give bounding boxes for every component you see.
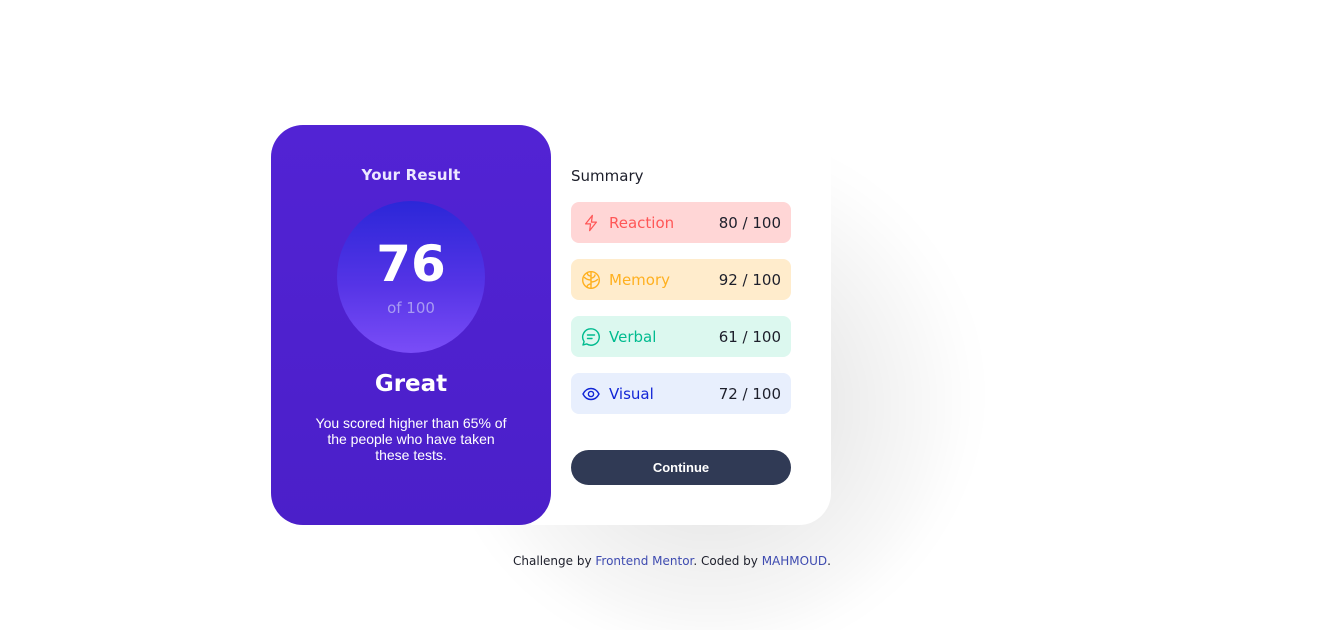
result-panel: Your Result 76 of 100 Great You scored h…: [271, 125, 551, 525]
summary-item-value: 80 / 100: [718, 213, 781, 232]
summary-item-label: Reaction: [609, 213, 675, 232]
results-card: Your Result 76 of 100 Great You scored h…: [271, 125, 851, 525]
result-title: Your Result: [361, 166, 461, 184]
summary-title: Summary: [571, 167, 644, 185]
continue-button[interactable]: Continue: [571, 450, 791, 485]
page: Your Result 76 of 100 Great You scored h…: [0, 0, 1344, 630]
summary-item-label: Visual: [609, 384, 654, 403]
attribution-footer: Challenge by Frontend Mentor. Coded by M…: [0, 554, 1344, 568]
footer-suffix: .: [827, 554, 831, 568]
footer-middle: . Coded by: [693, 554, 762, 568]
score-circle: 76 of 100: [337, 201, 485, 353]
verdict-heading: Great: [374, 371, 448, 397]
summary-list: Reaction 80 / 100 Memory 92 / 100 Verbal…: [571, 202, 791, 430]
brain-icon: [581, 270, 601, 290]
summary-item-label: Memory: [609, 270, 671, 289]
verdict-description: You scored higher than 65% of the people…: [315, 415, 507, 463]
summary-item-label: Verbal: [609, 327, 657, 346]
score-value: 76: [376, 235, 446, 293]
summary-panel: Summary Reaction 80 / 100 Memory 92 / 10…: [531, 125, 831, 525]
summary-item-reaction: Reaction 80 / 100: [571, 202, 791, 243]
summary-item-verbal: Verbal 61 / 100: [571, 316, 791, 357]
summary-item-value: 61 / 100: [718, 327, 781, 346]
summary-item-memory: Memory 92 / 100: [571, 259, 791, 300]
score-total: of 100: [387, 299, 435, 317]
footer-prefix: Challenge by: [513, 554, 596, 568]
author-link[interactable]: MAHMOUD: [762, 554, 827, 568]
summary-item-value: 72 / 100: [718, 384, 781, 403]
summary-item-visual: Visual 72 / 100: [571, 373, 791, 414]
eye-icon: [581, 384, 601, 404]
summary-item-value: 92 / 100: [718, 270, 781, 289]
frontend-mentor-link[interactable]: Frontend Mentor: [595, 554, 693, 568]
chat-bubble-icon: [581, 327, 601, 347]
lightning-icon: [581, 213, 601, 233]
